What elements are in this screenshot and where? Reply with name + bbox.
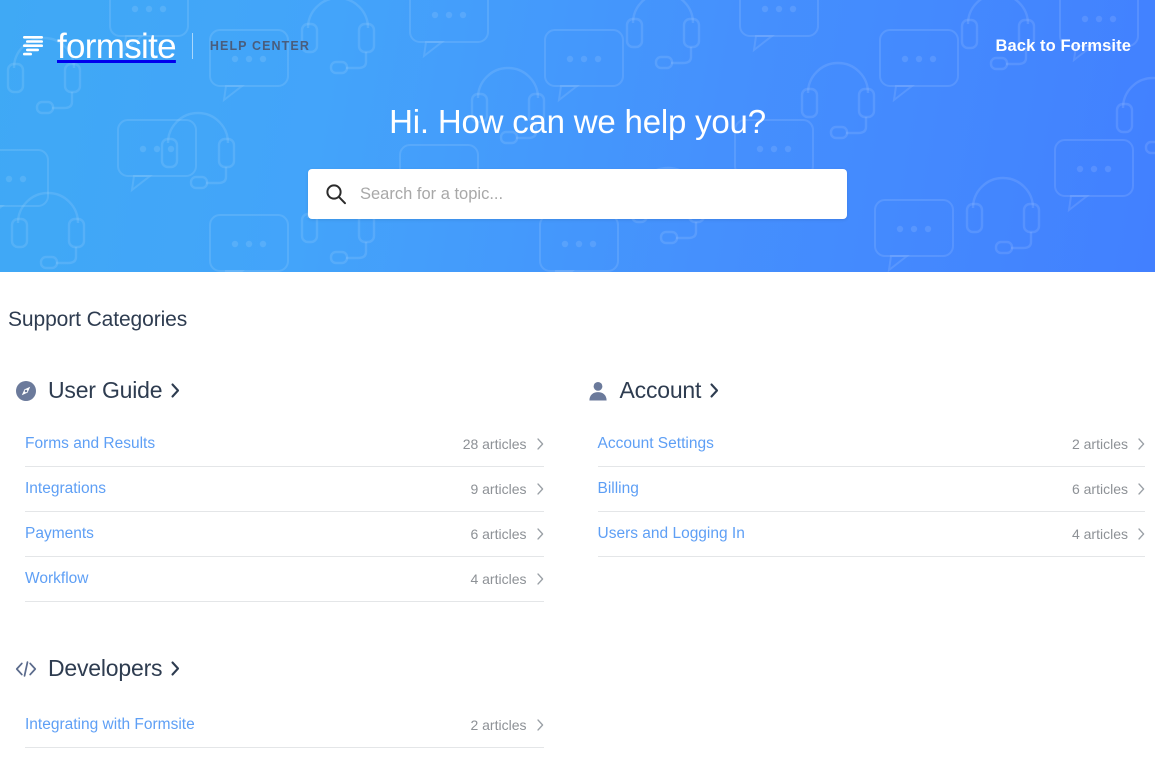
hero-banner: formsite HELP CENTER Back to Formsite Hi…: [0, 0, 1155, 272]
list-item-meta: 4 articles: [470, 571, 543, 587]
list-item-label: Workflow: [25, 570, 89, 587]
category-account: Account Account Settings 2 articles Bill…: [578, 356, 1155, 557]
category-name: Developers: [48, 655, 163, 681]
article-count: 6 articles: [1071, 481, 1128, 497]
article-list: Account Settings 2 articles Billing 6 ar…: [578, 422, 1155, 557]
brand-divider: [191, 33, 193, 59]
chevron-right-icon: [536, 528, 543, 540]
category-header-user-guide[interactable]: User Guide: [0, 377, 578, 404]
category-name: User Guide: [48, 377, 163, 403]
user-icon: [588, 381, 607, 400]
search-bar[interactable]: [308, 169, 847, 219]
article-count: 6 articles: [470, 526, 527, 542]
category-developers: Developers Integrating with Formsite 2 a…: [0, 602, 578, 748]
list-item[interactable]: Workflow 4 articles: [25, 557, 544, 602]
article-count: 9 articles: [470, 481, 527, 497]
article-count: 28 articles: [462, 436, 527, 452]
list-item-label: Integrations: [25, 480, 106, 497]
list-item-meta: 2 articles: [1072, 436, 1145, 452]
code-icon: [15, 660, 37, 677]
list-item[interactable]: Integrating with Formsite 2 articles: [25, 703, 544, 748]
categories-columns: User Guide Forms and Results 28 articles: [0, 332, 1155, 748]
list-item-meta: 6 articles: [470, 526, 543, 542]
support-categories-section: Support Categories User Guide Forms and …: [0, 272, 1155, 748]
category-header-developers[interactable]: Developers: [0, 655, 578, 682]
list-item[interactable]: Users and Logging In 4 articles: [597, 512, 1145, 557]
list-item-label: Billing: [597, 480, 639, 497]
article-list: Integrating with Formsite 2 articles: [0, 703, 578, 748]
chevron-right-icon: [171, 383, 180, 398]
list-item-label: Integrating with Formsite: [25, 716, 195, 733]
article-count: 4 articles: [470, 571, 527, 587]
category-name: Account: [619, 377, 702, 403]
list-item-meta: 28 articles: [463, 436, 544, 452]
chevron-right-icon: [710, 383, 719, 398]
article-count: 2 articles: [470, 717, 527, 733]
back-to-formsite-link[interactable]: Back to Formsite: [996, 37, 1131, 56]
search-icon: [326, 184, 346, 205]
compass-icon: [16, 380, 36, 401]
chevron-right-icon: [1138, 528, 1145, 540]
brand-name: formsite: [57, 26, 177, 66]
chevron-right-icon: [1138, 438, 1145, 450]
formsite-logo[interactable]: formsite: [22, 26, 177, 66]
chevron-right-icon: [536, 483, 543, 495]
list-item[interactable]: Billing 6 articles: [597, 467, 1145, 512]
list-item[interactable]: Integrations 9 articles: [25, 467, 544, 512]
chevron-right-icon: [536, 573, 543, 585]
chevron-right-icon: [536, 719, 543, 731]
categories-column-right: Account Account Settings 2 articles Bill…: [578, 356, 1155, 748]
list-item-meta: 6 articles: [1072, 481, 1145, 497]
article-list: Forms and Results 28 articles Integratio…: [0, 422, 578, 602]
article-count: 2 articles: [1071, 436, 1128, 452]
chevron-right-icon: [1138, 483, 1145, 495]
list-item[interactable]: Payments 6 articles: [25, 512, 544, 557]
list-item-label: Forms and Results: [25, 435, 156, 452]
top-navigation-bar: formsite HELP CENTER Back to Formsite: [0, 0, 1155, 92]
list-item-label: Account Settings: [597, 435, 714, 452]
formsite-logo-icon: [23, 36, 43, 56]
list-item[interactable]: Account Settings 2 articles: [597, 422, 1145, 467]
hero-content: Hi. How can we help you?: [0, 92, 1155, 219]
list-item-meta: 2 articles: [470, 717, 543, 733]
chevron-right-icon: [536, 438, 543, 450]
list-item-meta: 9 articles: [470, 481, 543, 497]
help-center-label: HELP CENTER: [209, 39, 310, 53]
list-item-meta: 4 articles: [1072, 526, 1145, 542]
category-user-guide: User Guide Forms and Results 28 articles: [0, 356, 578, 602]
list-item[interactable]: Forms and Results 28 articles: [25, 422, 544, 467]
category-header-account[interactable]: Account: [578, 377, 1155, 404]
list-item-label: Payments: [25, 525, 94, 542]
categories-column-left: User Guide Forms and Results 28 articles: [0, 356, 578, 748]
list-item-label: Users and Logging In: [597, 525, 745, 542]
hero-title: Hi. How can we help you?: [389, 103, 766, 140]
page-title: Support Categories: [8, 308, 188, 331]
search-input[interactable]: [308, 169, 847, 219]
chevron-right-icon: [171, 661, 180, 676]
article-count: 4 articles: [1071, 526, 1128, 542]
